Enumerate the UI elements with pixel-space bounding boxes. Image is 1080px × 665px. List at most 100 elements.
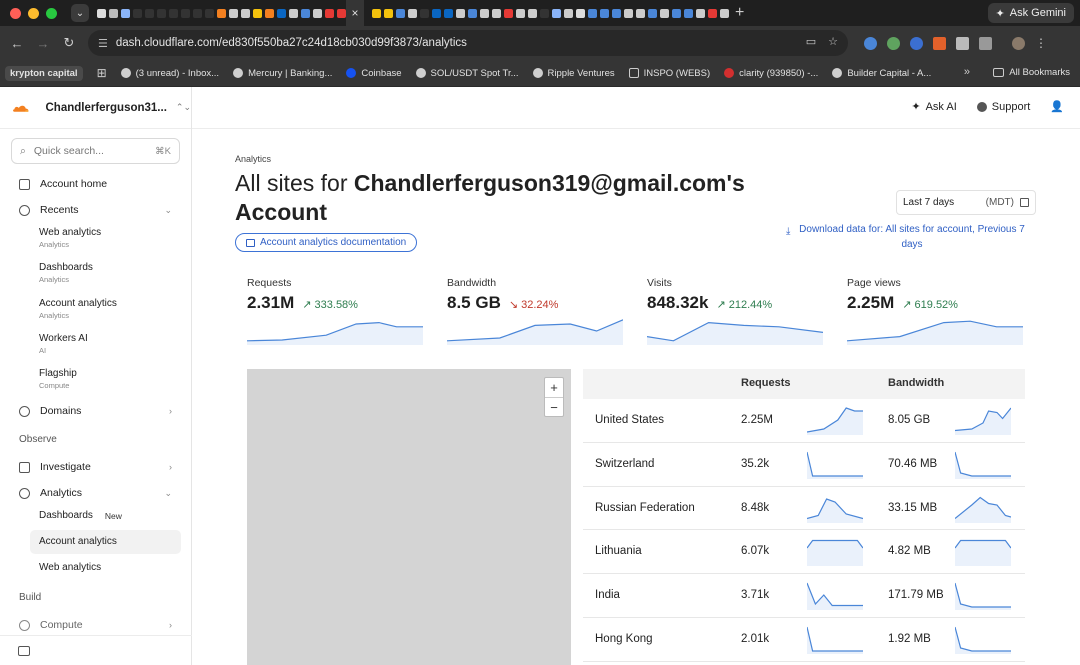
ask-ai-button[interactable]: ✦ Ask AI bbox=[911, 100, 956, 114]
tab-favicon[interactable] bbox=[229, 8, 238, 18]
active-tab-close-icon[interactable]: × bbox=[346, 0, 364, 26]
extensions-puzzle-icon[interactable] bbox=[979, 36, 992, 50]
tab-favicon[interactable] bbox=[576, 8, 585, 18]
bookmark-item[interactable]: Mercury | Banking... bbox=[233, 68, 332, 79]
menu-kebab-icon[interactable]: ⋮ bbox=[1035, 36, 1047, 50]
extension-icon[interactable] bbox=[956, 36, 969, 50]
tab-favicon[interactable] bbox=[205, 8, 214, 18]
tab-favicon[interactable] bbox=[277, 8, 286, 18]
chevron-right-icon[interactable]: › bbox=[169, 620, 172, 630]
quick-search-input[interactable]: ⌕ Quick search... ⌘K bbox=[11, 138, 180, 164]
sidebar-item-domains[interactable]: Domains › bbox=[0, 403, 192, 419]
pinned-tab-favicons[interactable] bbox=[97, 8, 346, 18]
table-row[interactable]: Russian Federation 8.48k 33.15 MB bbox=[583, 487, 1025, 531]
tab-favicon[interactable] bbox=[600, 8, 609, 18]
all-bookmarks-folder[interactable]: All Bookmarks bbox=[993, 67, 1070, 78]
tab-favicon[interactable] bbox=[289, 8, 298, 18]
extension-icon[interactable] bbox=[933, 36, 946, 50]
extension-icon[interactable] bbox=[887, 36, 900, 50]
sidebar-item-compute[interactable]: Compute › bbox=[0, 617, 192, 633]
tab-favicon[interactable] bbox=[468, 8, 477, 18]
bookmark-item[interactable]: clarity (939850) -... bbox=[724, 68, 818, 79]
tab-favicon[interactable] bbox=[97, 8, 106, 18]
tab-favicon[interactable] bbox=[109, 8, 118, 18]
address-bar[interactable]: ☰ dash.cloudflare.com/ed830f550ba27c24d1… bbox=[88, 30, 848, 56]
extension-icon[interactable] bbox=[864, 36, 877, 50]
column-header-requests[interactable]: Requests bbox=[741, 377, 791, 389]
sidebar-item-account-analytics[interactable]: Account analytics bbox=[39, 536, 117, 547]
tab-favicon[interactable] bbox=[432, 8, 441, 18]
table-row[interactable]: Hong Kong 2.01k 1.92 MB bbox=[583, 618, 1025, 662]
tab-favicon[interactable] bbox=[253, 8, 262, 18]
sidebar-item-investigate[interactable]: Investigate › bbox=[0, 459, 192, 475]
new-tab-button[interactable]: + bbox=[735, 4, 744, 22]
tab-favicon[interactable] bbox=[504, 8, 513, 18]
bookmark-item[interactable]: Builder Capital - A... bbox=[832, 68, 931, 79]
recent-item-account-analytics[interactable]: Account analytics bbox=[39, 298, 117, 309]
tab-favicon[interactable] bbox=[648, 8, 657, 18]
tab-favicon[interactable] bbox=[193, 8, 202, 18]
recent-item-flagship[interactable]: Flagship bbox=[39, 368, 77, 379]
tab-favicon[interactable] bbox=[157, 8, 166, 18]
apps-grid-icon[interactable]: ⊞ bbox=[97, 66, 107, 80]
tab-favicon[interactable] bbox=[528, 8, 537, 18]
tab-favicon[interactable] bbox=[325, 8, 334, 18]
bookmark-item[interactable]: (3 unread) - Inbox... bbox=[120, 68, 219, 79]
bookmark-item[interactable]: Coinbase bbox=[346, 68, 402, 79]
tab-search-icon[interactable]: ⌄ bbox=[71, 4, 89, 22]
tab-favicon[interactable] bbox=[480, 8, 489, 18]
account-switcher[interactable]: Chandlerferguson31... ⌃⌄ bbox=[0, 87, 191, 129]
zoom-in-button[interactable]: + bbox=[545, 378, 563, 397]
tab-favicon[interactable] bbox=[396, 8, 405, 18]
chevron-down-icon[interactable]: ⌄ bbox=[164, 205, 172, 216]
tab-favicon[interactable] bbox=[612, 8, 621, 18]
tab-favicon[interactable] bbox=[552, 8, 561, 18]
table-row[interactable]: India 3.71k 171.79 MB bbox=[583, 574, 1025, 618]
tab-favicon[interactable] bbox=[372, 8, 381, 18]
reload-icon[interactable]: ↻ bbox=[56, 35, 82, 51]
column-header-bandwidth[interactable]: Bandwidth bbox=[888, 377, 944, 389]
tab-favicon[interactable] bbox=[660, 8, 669, 18]
documentation-link[interactable]: Account analytics documentation bbox=[235, 233, 418, 252]
collapse-sidebar-icon[interactable] bbox=[18, 646, 30, 656]
tab-favicon[interactable] bbox=[420, 8, 429, 18]
world-map[interactable]: + − bbox=[247, 369, 571, 665]
zoom-out-button[interactable]: − bbox=[545, 397, 563, 416]
extension-icon[interactable] bbox=[910, 36, 923, 50]
chevron-updown-icon[interactable]: ⌃⌄ bbox=[176, 102, 191, 113]
tab-favicon[interactable] bbox=[672, 8, 681, 18]
sidebar-item-analytics[interactable]: Analytics ⌄ bbox=[0, 485, 192, 501]
tab-favicon[interactable] bbox=[337, 8, 346, 18]
sidebar-item-recents[interactable]: Recents ⌄ bbox=[0, 202, 192, 218]
tab-favicon[interactable] bbox=[636, 8, 645, 18]
recent-item-dashboards[interactable]: Dashboards bbox=[39, 262, 93, 273]
sidebar-item-web-analytics[interactable]: Web analytics bbox=[39, 562, 101, 573]
tab-favicon[interactable] bbox=[444, 8, 453, 18]
close-window-icon[interactable] bbox=[10, 7, 21, 19]
profile-avatar[interactable] bbox=[1012, 36, 1025, 50]
forward-icon[interactable]: → bbox=[30, 36, 56, 51]
tab-favicon[interactable] bbox=[696, 8, 705, 18]
tab-favicon[interactable] bbox=[121, 8, 130, 18]
chevron-right-icon[interactable]: › bbox=[169, 462, 172, 472]
tab-favicons[interactable] bbox=[372, 8, 729, 18]
account-name[interactable]: Chandlerferguson31... bbox=[45, 102, 166, 114]
site-info-icon[interactable]: ☰ bbox=[98, 37, 108, 50]
tab-favicon[interactable] bbox=[181, 8, 190, 18]
bookmarks-overflow-icon[interactable]: » bbox=[964, 66, 970, 78]
recent-item-web-analytics[interactable]: Web analytics bbox=[39, 227, 101, 238]
tab-favicon[interactable] bbox=[588, 8, 597, 18]
tab-favicon[interactable] bbox=[145, 8, 154, 18]
bookmark-item[interactable]: SOL/USDT Spot Tr... bbox=[415, 68, 519, 79]
tab-favicon[interactable] bbox=[313, 8, 322, 18]
url-text[interactable]: dash.cloudflare.com/ed830f550ba27c24d18c… bbox=[116, 37, 467, 49]
tab-favicon[interactable] bbox=[684, 8, 693, 18]
tab-favicon[interactable] bbox=[265, 8, 274, 18]
tab-favicon[interactable] bbox=[217, 8, 226, 18]
cast-icon[interactable]: ▭ bbox=[806, 35, 816, 48]
bookmark-item[interactable]: Ripple Ventures bbox=[532, 68, 615, 79]
bookmark-star-icon[interactable]: ☆ bbox=[828, 35, 838, 48]
date-range-select[interactable]: Last 7 days (MDT) bbox=[896, 190, 1036, 215]
tab-favicon[interactable] bbox=[720, 8, 729, 18]
zoom-window-icon[interactable] bbox=[46, 7, 57, 19]
